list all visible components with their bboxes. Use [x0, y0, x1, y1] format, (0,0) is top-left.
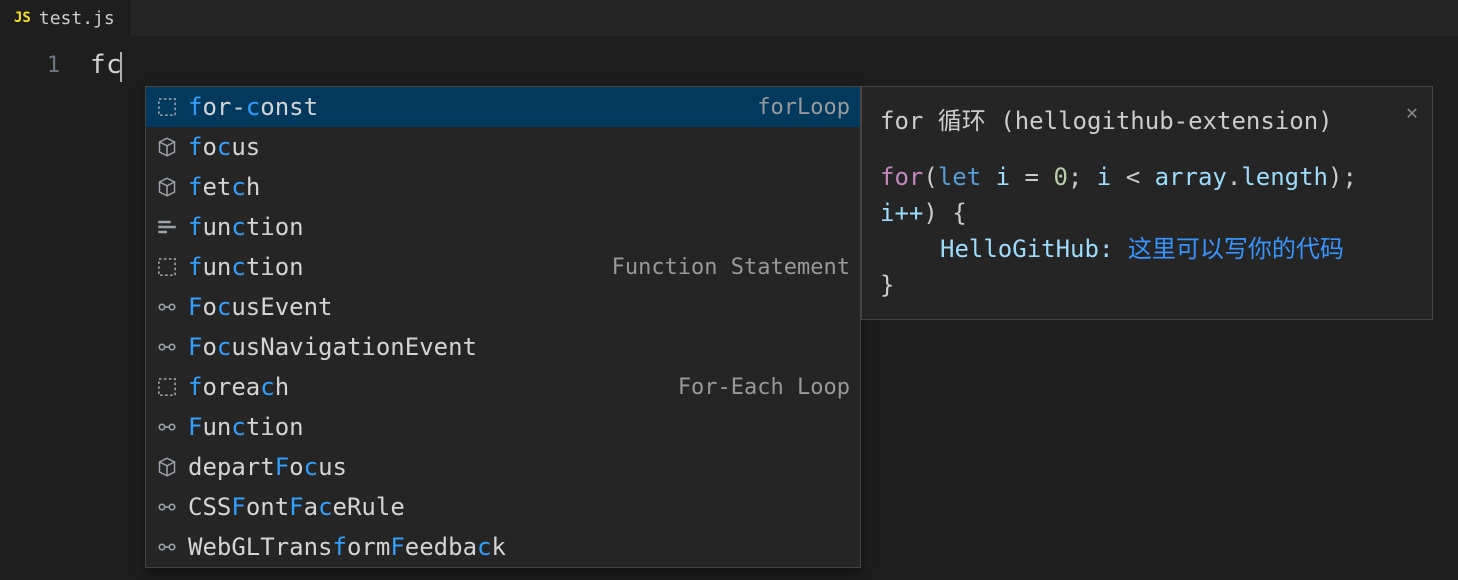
typed-code: fc: [90, 50, 122, 80]
interface-icon: [156, 336, 178, 358]
code-line: 1 fc: [0, 46, 1458, 84]
tab-bar: JS test.js: [0, 0, 1458, 36]
module-icon: [156, 456, 178, 478]
suggestion-label: FocusEvent: [188, 293, 850, 321]
suggestion-item[interactable]: CSSFontFaceRule: [146, 487, 860, 527]
suggestion-item[interactable]: departFocus: [146, 447, 860, 487]
editor-area[interactable]: 1 fc: [0, 36, 1458, 84]
suggestion-hint: Function Statement: [612, 255, 850, 280]
line-number: 1: [0, 53, 90, 78]
detail-title: for 循环 (hellogithub-extension): [880, 103, 1414, 139]
module-icon: [156, 136, 178, 158]
detail-code-block: for(let i = 0; i < array.length); i++) {…: [880, 159, 1414, 303]
snippet-icon: [156, 96, 178, 118]
snippet-icon: [156, 256, 178, 278]
suggestion-label: for-const: [188, 93, 747, 121]
snippet-icon: [156, 376, 178, 398]
suggestion-item[interactable]: FocusNavigationEvent: [146, 327, 860, 367]
suggestion-hint: forLoop: [757, 95, 850, 120]
suggestion-label: CSSFontFaceRule: [188, 493, 850, 521]
tab-filename: test.js: [39, 8, 115, 29]
suggestion-item[interactable]: Function: [146, 407, 860, 447]
suggestion-item[interactable]: for-const forLoop: [146, 87, 860, 127]
suggestion-label: FocusNavigationEvent: [188, 333, 850, 361]
editor-tab[interactable]: JS test.js: [0, 0, 130, 36]
suggestion-item[interactable]: FocusEvent: [146, 287, 860, 327]
suggestion-label: focus: [188, 133, 850, 161]
suggestion-label: departFocus: [188, 453, 850, 481]
suggestion-popup[interactable]: for-constforLoopfocusfetchfunctionfuncti…: [145, 86, 861, 568]
close-icon[interactable]: ✕: [1406, 97, 1418, 127]
suggestion-item[interactable]: fetch: [146, 167, 860, 207]
suggestion-label: fetch: [188, 173, 850, 201]
suggestion-item[interactable]: foreach For-Each Loop: [146, 367, 860, 407]
suggestion-label: function: [188, 253, 602, 281]
suggestion-label: function: [188, 213, 850, 241]
interface-icon: [156, 496, 178, 518]
suggestion-item[interactable]: focus: [146, 127, 860, 167]
suggestion-item[interactable]: function: [146, 207, 860, 247]
suggestion-label: foreach: [188, 373, 668, 401]
suggestion-label: Function: [188, 413, 850, 441]
detail-body-link[interactable]: 这里可以写你的代码: [1128, 235, 1344, 263]
interface-icon: [156, 536, 178, 558]
suggestion-hint: For-Each Loop: [678, 375, 850, 400]
suggestion-label: WebGLTransformFeedback: [188, 533, 850, 561]
interface-icon: [156, 416, 178, 438]
interface-icon: [156, 296, 178, 318]
keyword-icon: [156, 216, 178, 238]
suggestion-item[interactable]: function Function Statement: [146, 247, 860, 287]
suggestion-detail-popup: ✕ for 循环 (hellogithub-extension) for(let…: [861, 86, 1433, 320]
module-icon: [156, 176, 178, 198]
text-cursor: [120, 52, 122, 82]
js-file-icon: JS: [14, 10, 31, 26]
suggestion-item[interactable]: WebGLTransformFeedback: [146, 527, 860, 567]
